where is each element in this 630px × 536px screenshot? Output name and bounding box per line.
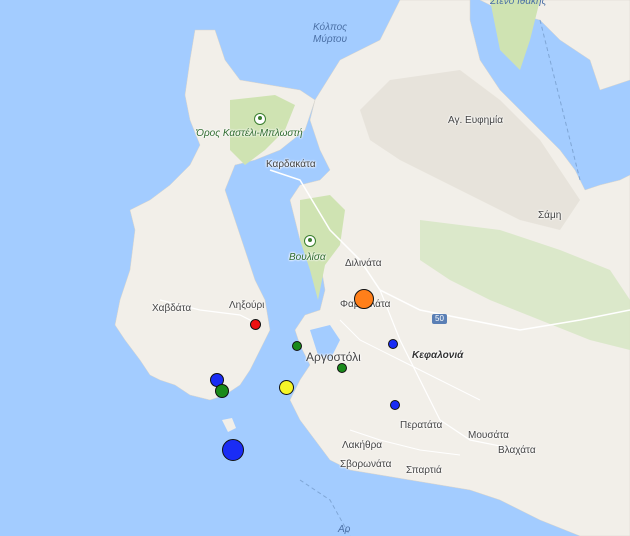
place-kardakata: Καρδακάτα [266,159,316,170]
earthquake-marker-blue[interactable] [388,339,398,349]
water-label-bottom: Αρ [338,524,351,535]
earthquake-marker-green[interactable] [292,341,302,351]
region-kefalonia: Κεφαλονιά [412,350,464,361]
earthquake-marker-green[interactable] [215,384,229,398]
place-lixouri: Ληξούρι [229,300,265,311]
place-ag-eufimia: Αγ. Ευφημία [448,115,503,126]
place-mousata: Μουσάτα [468,430,509,441]
place-spartia: Σπαρτιά [406,465,442,476]
earthquake-marker-yellow[interactable] [279,380,294,395]
place-peratata: Περατάτα [400,420,443,431]
park-icon [304,235,316,247]
earthquake-marker-red[interactable] [250,319,261,330]
earthquake-marker-green[interactable] [337,363,347,373]
route-50-shield: 50 [432,314,447,324]
gulf-label: Κόλπος Μύρτου [312,22,347,45]
place-havdata: Χαβδάτα [152,303,192,314]
place-argostoli: Αργοστόλι [306,350,361,364]
mountain-label: Όρος Καστέλι-Μπλωστή [196,128,303,139]
place-svoronata: Σβορωνάτα [340,459,392,470]
place-dilinata: Διλινάτα [345,258,382,269]
place-sami: Σάμη [538,210,562,221]
park-icon [254,113,266,125]
place-vouleisa: Βουλίσα [289,252,326,263]
strait-label: Στενό Ιθάκης [490,0,547,7]
place-vlahata: Βλαχάτα [498,445,536,456]
earthquake-marker-blue-large[interactable] [222,439,244,461]
map-canvas[interactable]: Κόλπος Μύρτου Στενό Ιθάκης Όρος Καστέλι-… [0,0,630,536]
earthquake-marker-blue[interactable] [390,400,400,410]
place-lakithra: Λακήθρα [342,440,383,451]
earthquake-marker-orange[interactable] [354,289,374,309]
